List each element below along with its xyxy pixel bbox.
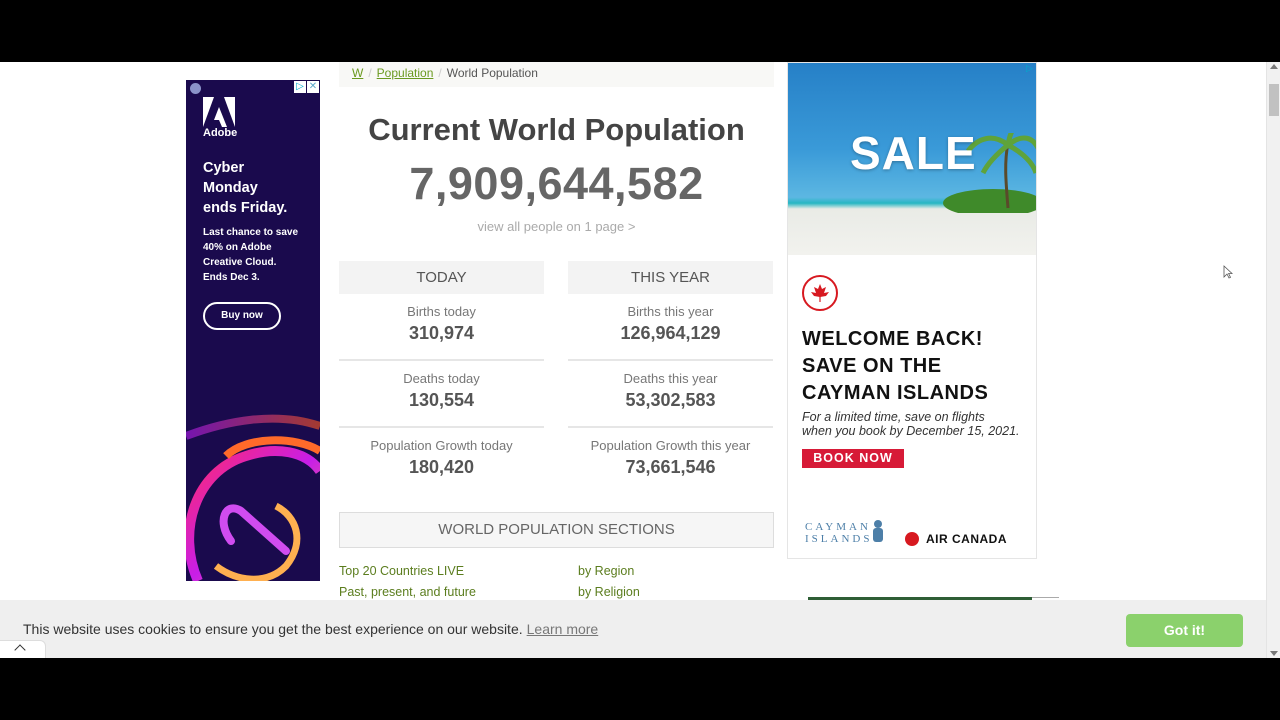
link-top-20-countries[interactable]: Top 20 Countries LIVE <box>339 564 464 578</box>
buy-now-button[interactable]: Buy now <box>203 302 281 330</box>
breadcrumb-separator: / <box>368 66 372 80</box>
cayman-pirate-icon <box>873 520 883 542</box>
today-column: TODAY Births today 310,974 Deaths today … <box>339 261 544 495</box>
cookie-message: This website uses cookies to ensure you … <box>23 621 599 637</box>
got-it-button[interactable]: Got it! <box>1126 614 1243 647</box>
close-ad-icon[interactable]: ✕ <box>307 81 319 93</box>
deaths-today: Deaths today 130,554 <box>339 361 544 428</box>
ad-user-icon <box>190 83 201 94</box>
sections-header: WORLD POPULATION SECTIONS <box>339 512 774 548</box>
page-scrollbar[interactable] <box>1266 62 1280 658</box>
growth-this-year: Population Growth this year 73,661,546 <box>590 438 751 477</box>
this-year-column: THIS YEAR Births this year 126,964,129 D… <box>568 261 773 495</box>
births-this-year: Births this year 126,964,129 <box>568 294 773 361</box>
population-counter: 7,909,644,582 <box>409 158 704 209</box>
maple-leaf-icon <box>811 284 829 302</box>
ad-headline: WELCOME BACK! SAVE ON THE CAYMAN ISLANDS <box>802 328 989 404</box>
adchoices-icon[interactable]: ▷ <box>294 81 306 93</box>
breadcrumb-population-link[interactable]: Population <box>377 66 434 80</box>
adobe-ad[interactable]: ▷ ✕ Adobe Cyber Monday ends Friday. Last… <box>186 80 320 581</box>
mouse-cursor-icon <box>1223 265 1233 279</box>
collapse-tab[interactable] <box>0 640 46 658</box>
births-today: Births today 310,974 <box>339 294 544 361</box>
browser-viewport: ▷ ✕ Adobe Cyber Monday ends Friday. Last… <box>0 62 1280 658</box>
scroll-up-arrow-icon[interactable] <box>1270 64 1278 69</box>
page-title: Current World Population <box>368 112 745 147</box>
growth-today: Population Growth today 180,420 <box>370 438 513 477</box>
ad-headline: Cyber Monday ends Friday. <box>203 160 288 216</box>
cookie-banner: This website uses cookies to ensure you … <box>0 600 1266 658</box>
view-all-people-link[interactable]: view all people on 1 page > <box>339 219 774 234</box>
ad-brand: Adobe <box>203 127 238 139</box>
air-canada-wordmark: AIR CANADA <box>926 532 1007 546</box>
air-canada-ad[interactable]: SALE ▷ WELCOME BACK! SAVE ON THE CAYMAN … <box>787 62 1037 559</box>
breadcrumb-home-link[interactable]: W <box>352 66 363 80</box>
deaths-this-year: Deaths this year 53,302,583 <box>568 361 773 428</box>
breadcrumb: W / Population / World Population <box>339 62 774 87</box>
learn-more-link[interactable]: Learn more <box>527 621 599 637</box>
ad-body: Last chance to save 40% on Adobe Creativ… <box>203 227 299 283</box>
breadcrumb-separator: / <box>438 66 442 80</box>
link-past-present-future[interactable]: Past, present, and future <box>339 585 476 599</box>
adchoices-icon[interactable]: ▷ <box>1026 63 1036 73</box>
chevron-up-icon <box>14 644 26 656</box>
scroll-down-arrow-icon[interactable] <box>1270 651 1278 656</box>
divider <box>1032 597 1059 598</box>
scroll-thumb[interactable] <box>1269 84 1279 116</box>
this-year-header: THIS YEAR <box>568 261 773 294</box>
ad-fine-print: For a limited time, save on flights when… <box>802 410 1020 438</box>
today-header: TODAY <box>339 261 544 294</box>
adobe-logo-icon <box>203 97 235 127</box>
sale-text: SALE <box>850 127 977 179</box>
air-canada-small-logo-icon <box>905 532 919 546</box>
cayman-islands-logo: CAYMAN ISLANDS <box>805 521 873 545</box>
link-by-region[interactable]: by Region <box>578 564 634 578</box>
link-by-religion[interactable]: by Religion <box>578 585 640 599</box>
creative-cloud-art-icon <box>186 414 320 581</box>
breadcrumb-current: World Population <box>446 66 538 80</box>
air-canada-logo-icon <box>802 275 838 311</box>
book-now-button[interactable]: BOOK NOW <box>802 449 904 468</box>
beach-image: SALE ▷ <box>788 63 1036 255</box>
